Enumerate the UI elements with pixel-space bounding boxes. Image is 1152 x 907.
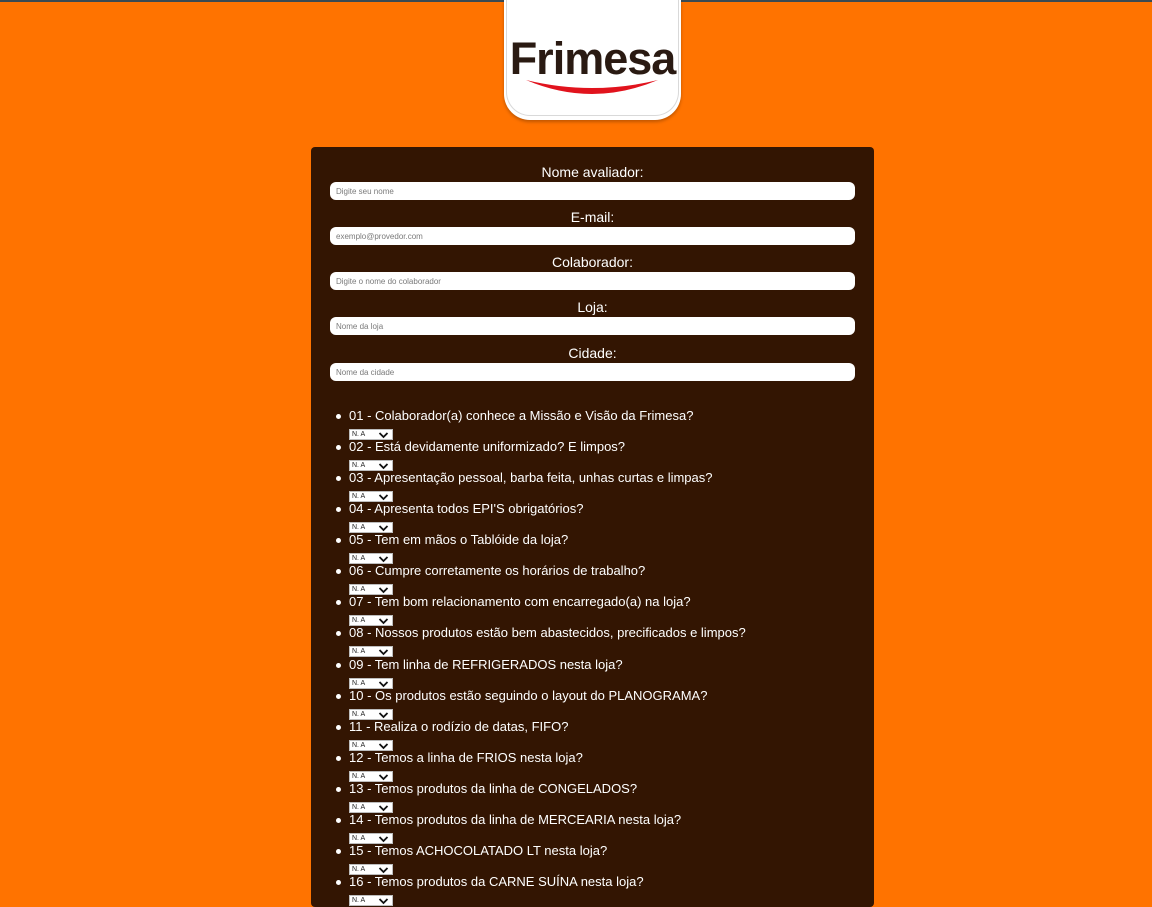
bullet-icon [336,445,341,450]
bullet-icon [336,600,341,605]
brand-logo: Frimesa [504,0,681,120]
question-item: 06 - Cumpre corretamente os horários de … [311,562,874,595]
bullet-icon [336,538,341,543]
question-text: 13 - Temos produtos da linha de CONGELAD… [349,781,638,796]
question-item: 10 - Os produtos estão seguindo o layout… [311,687,874,720]
colaborador-input[interactable] [330,272,855,290]
bullet-icon [336,663,341,668]
bullet-icon [336,725,341,730]
bullet-icon [336,569,341,574]
label-email: E-mail: [570,209,615,225]
question-item: 16 - Temos produtos da CARNE SUÍNA nesta… [311,873,874,906]
question-item: 13 - Temos produtos da linha de CONGELAD… [311,780,874,813]
label-loja: Loja: [577,299,608,315]
question-item: 03 - Apresentação pessoal, barba feita, … [311,469,874,502]
question-text: 05 - Tem em mãos o Tablóide da loja? [349,532,569,547]
question-item: 08 - Nossos produtos estão bem abastecid… [311,624,874,657]
bullet-icon [336,756,341,761]
bullet-icon [336,507,341,512]
question-item: 05 - Tem em mãos o Tablóide da loja? N. … [311,531,874,564]
question-text: 16 - Temos produtos da CARNE SUÍNA nesta… [349,874,644,889]
question-text: 11 - Realiza o rodízio de datas, FIFO? [349,719,569,734]
chevron-down-icon [378,898,389,905]
question-text: 15 - Temos ACHOCOLATADO LT nesta loja? [349,843,608,858]
question-text: 10 - Os produtos estão seguindo o layout… [349,688,708,703]
answer-select-value: N. A [352,897,366,904]
question-item: 04 - Apresenta todos EPI'S obrigatórios?… [311,500,874,533]
bullet-icon [336,694,341,699]
chevron-down-icon [378,649,389,656]
question-text: 09 - Tem linha de REFRIGERADOS nesta loj… [349,657,623,672]
label-colaborador: Colaborador: [552,254,633,270]
question-item: 12 - Temos a linha de FRIOS nesta loja? … [311,749,874,782]
question-text: 04 - Apresenta todos EPI'S obrigatórios? [349,501,584,516]
question-text: 02 - Está devidamente uniformizado? E li… [349,439,626,454]
question-text: 06 - Cumpre corretamente os horários de … [349,563,646,578]
cidade-input[interactable] [330,363,855,381]
bullet-icon [336,849,341,854]
question-item: 14 - Temos produtos da linha de MERCEARI… [311,811,874,844]
bullet-icon [336,787,341,792]
question-item: 01 - Colaborador(a) conhece a Missão e V… [311,407,874,440]
logo-swoosh-icon [526,80,658,94]
email-input[interactable] [330,227,855,245]
question-text: 08 - Nossos produtos estão bem abastecid… [349,625,746,640]
bullet-icon [336,476,341,481]
question-item: 15 - Temos ACHOCOLATADO LT nesta loja? N… [311,842,874,875]
question-text: 12 - Temos a linha de FRIOS nesta loja? [349,750,583,765]
question-item: 02 - Está devidamente uniformizado? E li… [311,438,874,471]
answer-select-value: N. A [352,648,366,655]
bullet-icon [336,414,341,419]
bullet-icon [336,818,341,823]
nome-avaliador-input[interactable] [330,182,855,200]
bullet-icon [336,880,341,885]
bullet-icon [336,631,341,636]
evaluation-form-panel: Nome avaliador: E-mail: Colaborador: Loj… [311,147,874,907]
question-item: 11 - Realiza o rodízio de datas, FIFO? N… [311,718,874,751]
label-cidade: Cidade: [568,345,617,361]
label-nome-avaliador: Nome avaliador: [541,164,644,180]
loja-input[interactable] [330,317,855,335]
question-text: 01 - Colaborador(a) conhece a Missão e V… [349,408,694,423]
question-text: 07 - Tem bom relacionamento com encarreg… [349,594,691,609]
question-text: 14 - Temos produtos da linha de MERCEARI… [349,812,682,827]
question-item: 07 - Tem bom relacionamento com encarreg… [311,593,874,626]
question-text: 03 - Apresentação pessoal, barba feita, … [349,470,713,485]
question-item: 09 - Tem linha de REFRIGERADOS nesta loj… [311,656,874,689]
